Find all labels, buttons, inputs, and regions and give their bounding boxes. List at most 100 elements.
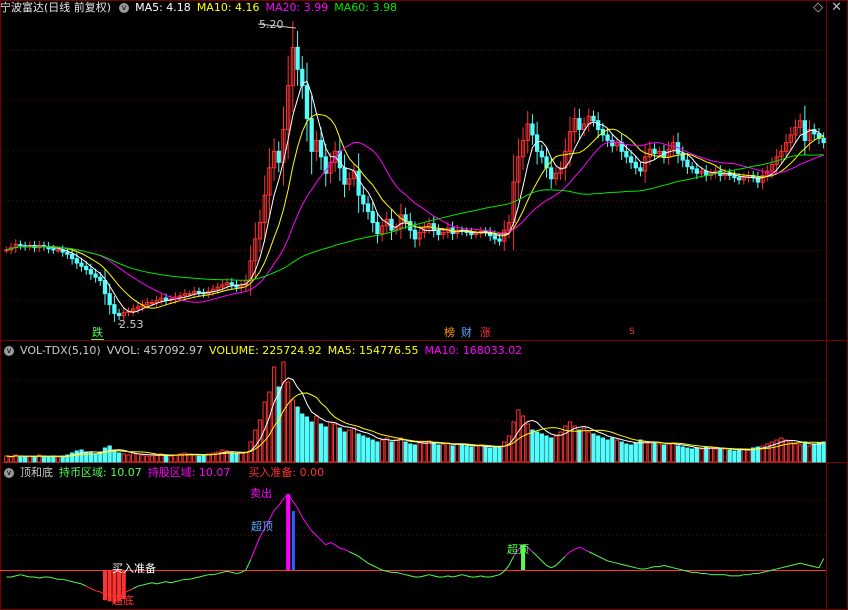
oscillator-line	[706, 573, 712, 576]
oscillator-line	[785, 565, 791, 568]
price-candle	[412, 229, 418, 240]
oscillator-line	[597, 555, 604, 560]
volume-bar	[333, 423, 338, 463]
volume-bar	[516, 409, 521, 463]
tag-bang[interactable]: 榜	[443, 326, 456, 339]
tag-cai[interactable]: 财	[460, 326, 473, 339]
oscillator-line	[128, 588, 134, 592]
stock-title[interactable]: 宁波富达(日线 前复权)	[0, 1, 111, 14]
volume-bar	[708, 447, 714, 463]
volume-bar	[741, 448, 746, 463]
volume-bar	[337, 427, 342, 463]
price-chart[interactable]	[4, 21, 826, 325]
volume-bar	[492, 446, 497, 463]
oscillator-line	[443, 575, 448, 578]
price-candle	[549, 167, 554, 180]
volume-bar	[581, 427, 587, 463]
volume-bar	[384, 437, 389, 463]
volume-bar	[398, 437, 404, 463]
oscillator-line	[677, 568, 683, 571]
volume-bar	[365, 437, 371, 463]
oscillator-line	[363, 559, 369, 564]
volume-bar	[450, 445, 455, 463]
price-candle	[685, 159, 690, 168]
volume-bar	[32, 456, 37, 463]
oscillator-line	[81, 583, 87, 587]
price-candle	[79, 262, 84, 267]
oscillator-line	[254, 536, 261, 549]
volume-bar	[163, 455, 169, 463]
oscillator-line	[156, 582, 162, 585]
oscillator-line	[602, 558, 608, 562]
oscillator-line	[457, 574, 463, 577]
settings-dropdown-icon[interactable]: v	[119, 3, 130, 13]
tag-zhang[interactable]: 涨	[479, 326, 492, 339]
oscillator-line	[25, 575, 30, 578]
volume-bar	[647, 442, 653, 463]
volume-bar	[619, 441, 624, 463]
volume-bar	[657, 443, 662, 463]
vol-ma10-label: MA10: 168033.02	[424, 344, 523, 357]
price-candle	[365, 203, 371, 213]
indicator-chart[interactable]	[6, 493, 825, 603]
oscillator-line	[569, 548, 575, 553]
volume-bar	[685, 447, 690, 463]
indicator-settings-icon[interactable]: v	[4, 468, 14, 478]
window-controls: ◇ ✕	[805, 0, 842, 16]
volume-bar	[483, 446, 488, 463]
outer-frame	[0, 0, 848, 610]
volume-chart[interactable]	[4, 361, 826, 463]
volume-bar	[304, 416, 310, 463]
volume-settings-icon[interactable]: v	[4, 346, 14, 356]
volume-bar	[689, 448, 695, 463]
price-candle	[84, 265, 89, 271]
oscillator-line	[762, 570, 768, 573]
price-candle	[497, 238, 502, 242]
top-annotation-2: 超顶	[507, 543, 529, 556]
oscillator-line	[15, 574, 21, 577]
oscillator-line	[292, 500, 298, 509]
volume-bar	[722, 448, 728, 463]
oscillator-line	[67, 579, 73, 583]
oscillator-line	[428, 574, 434, 577]
top-annotation-1: 超顶	[251, 520, 273, 533]
volume-bar	[680, 446, 685, 463]
price-candle	[628, 156, 634, 163]
volume-bar	[46, 456, 51, 463]
bottom-annotation: 超底	[112, 594, 134, 607]
price-candle	[187, 293, 192, 296]
volume-bar	[699, 448, 704, 463]
buy-ready-label: 买入准备: 0.00	[248, 466, 325, 479]
oscillator-line	[353, 553, 359, 557]
volume-bar	[624, 443, 629, 463]
oscillator-line	[687, 570, 693, 573]
volume-bar	[807, 445, 812, 463]
diamond-icon[interactable]: ◇	[813, 0, 823, 15]
tag-die[interactable]: 跌	[91, 326, 104, 340]
oscillator-line	[53, 577, 59, 580]
volume-bar	[661, 444, 667, 463]
volume-bar	[445, 442, 451, 463]
oscillator-line	[137, 584, 143, 587]
sell-annotation: 卖出	[250, 487, 272, 500]
tag-s[interactable]: S	[628, 326, 636, 339]
volume-bar	[295, 406, 300, 463]
price-candle	[492, 235, 497, 240]
volume-bar	[220, 449, 225, 463]
volume-bar	[525, 423, 530, 463]
oscillator-line	[39, 576, 45, 579]
oscillator-line	[663, 565, 669, 568]
volume-bar	[520, 415, 526, 463]
oscillator-line	[419, 575, 425, 578]
volume-bar	[135, 453, 141, 463]
volume-bar	[196, 455, 202, 463]
volume-bar	[314, 415, 319, 463]
indicator-name: 顶和底	[20, 466, 53, 479]
close-icon[interactable]: ✕	[831, 0, 842, 15]
oscillator-line	[10, 575, 16, 578]
volume-bar	[727, 449, 732, 463]
ma5-line	[6, 80, 825, 313]
oscillator-line	[447, 575, 453, 578]
volume-bar	[713, 448, 718, 463]
volume-bar	[116, 452, 122, 463]
